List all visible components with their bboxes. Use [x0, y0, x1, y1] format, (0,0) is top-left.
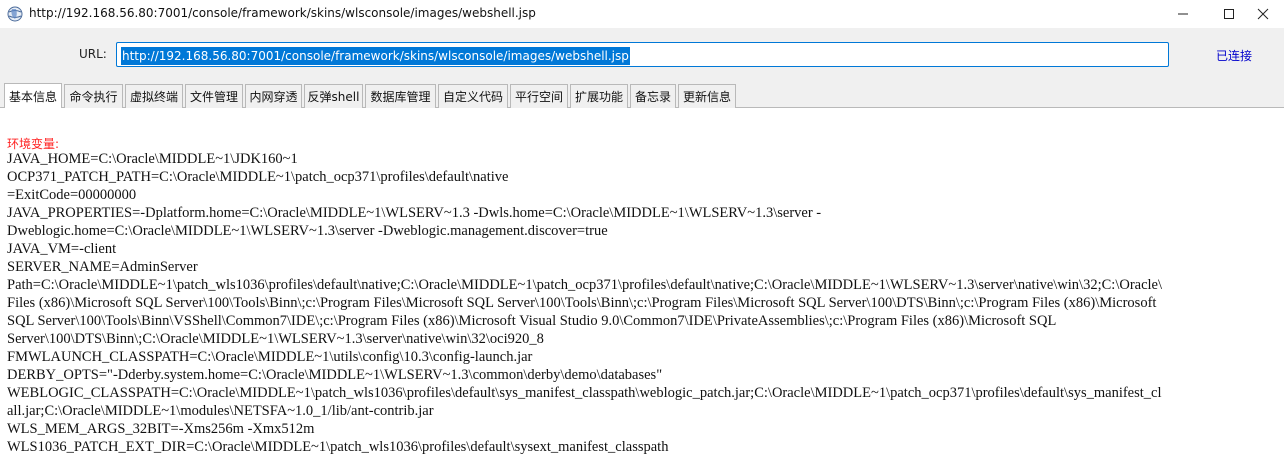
env-var-line: Server\100\DTS\Binn\;C:\Oracle\MIDDLE~1\…: [7, 331, 544, 347]
tab-label: 扩展功能: [574, 90, 623, 104]
close-icon: [1257, 5, 1269, 24]
tab-label: 备忘录: [634, 90, 671, 104]
tab-label: 自定义代码: [442, 90, 503, 104]
tab-parallel-space[interactable]: 平行空间: [510, 84, 568, 108]
tab-file-manager[interactable]: 文件管理: [185, 84, 243, 108]
close-button[interactable]: [1240, 0, 1284, 28]
tab-label: 数据库管理: [370, 90, 431, 104]
env-var-line: WLS_MEM_ARGS_32BIT=-Xms256m -Xmx512m: [7, 421, 315, 437]
tab-reverse-shell[interactable]: 反弹shell: [304, 84, 363, 108]
tab-intranet-tunnel[interactable]: 内网穿透: [245, 84, 302, 108]
env-var-line: JAVA_HOME=C:\Oracle\MIDDLE~1\JDK160~1: [7, 151, 298, 167]
env-var-line: JAVA_PROPERTIES=-Dplatform.home=C:\Oracl…: [7, 205, 822, 221]
basic-info-panel: 环境变量: JAVA_HOME=C:\Oracle\MIDDLE~1\JDK16…: [0, 108, 1284, 456]
tab-update-info[interactable]: 更新信息: [678, 84, 736, 108]
env-var-line: Path=C:\Oracle\MIDDLE~1\patch_wls1036\pr…: [7, 277, 1163, 293]
tab-strip: 基本信息 命令执行 虚拟终端 文件管理 内网穿透 反弹shell 数据库管理 自…: [0, 80, 1284, 109]
tab-custom-code[interactable]: 自定义代码: [438, 84, 508, 108]
tab-label: 命令执行: [69, 90, 118, 104]
tab-label: 内网穿透: [249, 90, 298, 104]
tab-memo[interactable]: 备忘录: [630, 84, 676, 108]
minimize-icon: [1177, 5, 1189, 24]
tab-command-exec[interactable]: 命令执行: [64, 84, 123, 108]
env-var-line: Dweblogic.home=C:\Oracle\MIDDLE~1\WLSERV…: [7, 223, 608, 239]
env-var-line: FMWLAUNCH_CLASSPATH=C:\Oracle\MIDDLE~1\u…: [7, 349, 533, 365]
env-vars-list: JAVA_HOME=C:\Oracle\MIDDLE~1\JDK160~1 OC…: [7, 150, 1162, 456]
connection-status: 已连接: [1216, 49, 1253, 63]
tab-label: 虚拟终端: [129, 90, 178, 104]
env-var-line: =ExitCode=00000000: [7, 187, 137, 203]
minimize-button[interactable]: [1160, 0, 1206, 28]
env-var-line: OCP371_PATCH_PATH=C:\Oracle\MIDDLE~1\pat…: [7, 169, 509, 185]
env-var-line: DERBY_OPTS="-Dderby.system.home=C:\Oracl…: [7, 367, 663, 383]
url-input[interactable]: http://192.168.56.80:7001/console/framew…: [116, 42, 1169, 67]
tab-label: 基本信息: [8, 90, 57, 104]
env-var-line: Files (x86)\Microsoft SQL Server\100\Too…: [7, 295, 1157, 311]
window-titlebar: http://192.168.56.80:7001/console/framew…: [0, 0, 1284, 28]
tab-label: 文件管理: [189, 90, 238, 104]
globe-icon: [7, 6, 23, 22]
tab-basic-info[interactable]: 基本信息: [4, 83, 62, 109]
url-label: URL:: [79, 47, 107, 61]
tab-virtual-terminal[interactable]: 虚拟终端: [125, 84, 183, 108]
env-var-line: SQL Server\100\Tools\Binn\VSShell\Common…: [7, 313, 1057, 329]
url-input-value[interactable]: http://192.168.56.80:7001/console/framew…: [121, 47, 630, 65]
env-var-line: all.jar;C:\Oracle\MIDDLE~1\modules\NETSF…: [7, 403, 434, 419]
tab-label: 平行空间: [514, 90, 563, 104]
env-var-line: JAVA_VM=-client: [7, 241, 117, 257]
window-title: http://192.168.56.80:7001/console/framew…: [29, 6, 536, 20]
url-toolbar: URL: http://192.168.56.80:7001/console/f…: [0, 28, 1284, 80]
env-var-line: SERVER_NAME=AdminServer: [7, 259, 198, 275]
tab-label: 更新信息: [682, 90, 731, 104]
tab-database-manager[interactable]: 数据库管理: [365, 84, 436, 108]
tab-extensions[interactable]: 扩展功能: [570, 84, 628, 108]
env-var-line: WEBLOGIC_CLASSPATH=C:\Oracle\MIDDLE~1\pa…: [7, 385, 1162, 401]
tab-label: 反弹shell: [307, 90, 360, 104]
maximize-icon: [1223, 5, 1235, 24]
env-var-line: WLS1036_PATCH_EXT_DIR=C:\Oracle\MIDDLE~1…: [7, 439, 669, 455]
